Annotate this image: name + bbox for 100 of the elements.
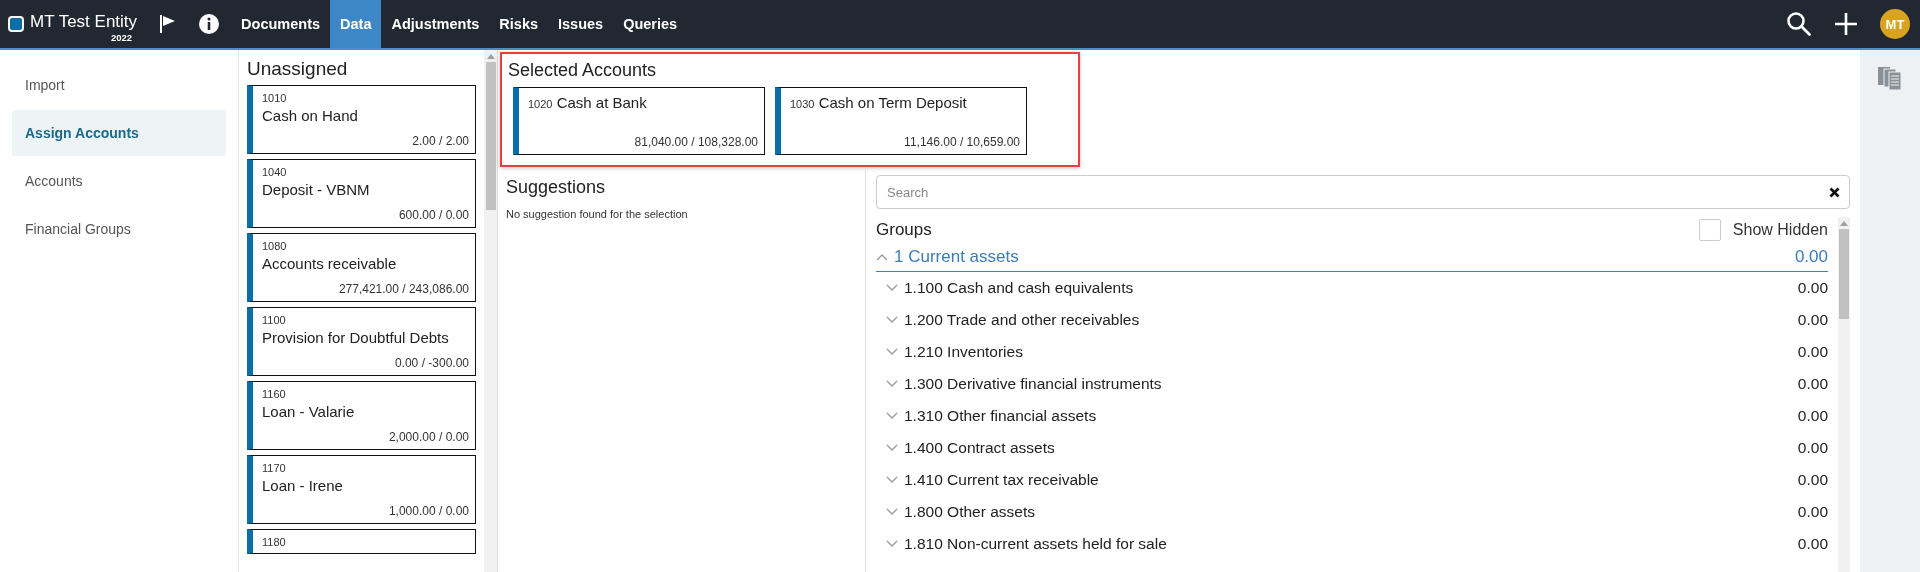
chevron-down-icon[interactable]: [886, 284, 898, 292]
group-name: 1.310 Other financial assets: [904, 407, 1098, 425]
group-row[interactable]: 1.210 Inventories 0.00: [876, 336, 1828, 368]
section-title: Suggestions: [506, 177, 607, 198]
group-row[interactable]: 1.800 Other assets 0.00: [876, 496, 1828, 528]
group-row[interactable]: 1.310 Other financial assets 0.00: [876, 400, 1828, 432]
nav-tab[interactable]: Issues: [548, 0, 614, 48]
account-amounts: 600.00 / 0.00: [398, 208, 469, 222]
nav-tab[interactable]: Adjustments: [381, 0, 490, 48]
chevron-down-icon[interactable]: [886, 508, 898, 516]
sidebar-item[interactable]: Import: [12, 62, 226, 108]
group-total: 0.00: [1794, 247, 1828, 267]
account-card[interactable]: 1160 Loan - Valarie 2,000.00 / 0.00: [247, 381, 476, 450]
group-row[interactable]: 1.410 Current tax receivable 0.00: [876, 464, 1828, 496]
info-icon[interactable]: [199, 14, 220, 34]
scroll-up-icon[interactable]: [486, 54, 495, 59]
account-card[interactable]: 1020 Cash at Bank 81,040.00 / 108,328.00: [513, 87, 765, 155]
group-total: 0.00: [1797, 407, 1828, 425]
documents-icon[interactable]: [1877, 65, 1903, 91]
chevron-down-icon[interactable]: [886, 476, 898, 484]
clear-icon[interactable]: [1829, 187, 1840, 198]
scroll-up-icon[interactable]: [1840, 221, 1848, 226]
account-name: Provision for Doubtful Debts: [262, 329, 450, 346]
account-code: 1170: [262, 462, 287, 474]
account-name: Deposit - VBNM: [262, 181, 371, 198]
group-row[interactable]: 1.100 Cash and cash equivalents 0.00: [876, 272, 1828, 304]
search-icon[interactable]: [1786, 11, 1812, 37]
entity-name[interactable]: MT Test Entity: [30, 11, 138, 32]
account-name: Loan - Irene: [262, 477, 344, 494]
account-card[interactable]: 1040 Deposit - VBNM 600.00 / 0.00: [247, 159, 476, 228]
account-code: 1010: [262, 92, 288, 104]
chevron-up-icon[interactable]: [876, 253, 888, 261]
sidebar-item[interactable]: Assign Accounts: [12, 110, 226, 156]
group-name: 1.810 Non-current assets held for sale: [904, 535, 1168, 553]
add-icon[interactable]: [1834, 12, 1858, 36]
account-code: 1080: [262, 240, 288, 252]
group-name: 1.200 Trade and other receivables: [904, 311, 1141, 329]
account-name: 1020 Cash at Bank: [528, 94, 648, 111]
account-amounts: 1,000.00 / 0.00: [388, 504, 469, 518]
group-row[interactable]: 1.200 Trade and other receivables 0.00: [876, 304, 1828, 336]
group-total: 0.00: [1797, 503, 1828, 521]
chevron-down-icon[interactable]: [886, 380, 898, 388]
account-code: 1100: [262, 314, 287, 326]
account-amounts: 0.00 / -300.00: [394, 356, 469, 370]
chevron-down-icon[interactable]: [886, 348, 898, 356]
group-row[interactable]: 1.300 Derivative financial instruments 0.00: [876, 368, 1828, 400]
nav-tab[interactable]: Documents: [231, 0, 331, 48]
account-amounts: 11,146.00 / 10,659.00: [904, 135, 1020, 149]
account-name: Cash on Hand: [262, 107, 359, 124]
account-code: 1160: [262, 388, 287, 400]
account-card[interactable]: 1100 Provision for Doubtful Debts 0.00 / -300.00: [247, 307, 476, 376]
account-amounts: 81,040.00 / 108,328.00: [634, 135, 758, 149]
account-code: 1180: [262, 536, 287, 548]
group-name: 1.210 Inventories: [904, 343, 1024, 361]
account-name: 1030 Cash on Term Deposit: [790, 94, 968, 111]
account-card[interactable]: 1080 Accounts receivable 277,421.00 / 243,086.00: [247, 233, 476, 302]
account-amounts: 2,000.00 / 0.00: [388, 430, 469, 444]
year-label: 2022: [110, 31, 133, 43]
account-amounts: 2.00 / 2.00: [412, 134, 469, 148]
checkbox-label: Show Hidden: [1732, 221, 1828, 239]
checkbox[interactable]: [1698, 219, 1721, 241]
chevron-down-icon[interactable]: [886, 412, 898, 420]
scrollbar[interactable]: [1838, 217, 1850, 572]
chevron-down-icon[interactable]: [886, 316, 898, 324]
chevron-down-icon[interactable]: [886, 444, 898, 452]
group-name: 1.800 Other assets: [904, 503, 1036, 521]
nav-tab[interactable]: Queries: [613, 0, 688, 48]
sidebar-item[interactable]: Accounts: [12, 158, 226, 204]
group-name: 1.300 Derivative financial instruments: [904, 375, 1163, 393]
column-title: Unassigned: [247, 58, 349, 80]
groups-title: Groups: [876, 220, 932, 240]
empty-message: No suggestion found for the selection: [506, 208, 689, 220]
group-total: 0.00: [1797, 375, 1828, 393]
scrollbar-thumb[interactable]: [485, 62, 496, 210]
account-card[interactable]: 1010 Cash on Hand 2.00 / 2.00: [247, 85, 476, 154]
sidebar-item[interactable]: Financial Groups: [12, 206, 226, 252]
group-total: 0.00: [1797, 471, 1828, 489]
scrollbar-thumb[interactable]: [1839, 229, 1849, 319]
square-logo-icon: [8, 16, 24, 32]
group-total: 0.00: [1797, 279, 1828, 297]
group-name: 1.410 Current tax receivable: [904, 471, 1100, 489]
group-total: 0.00: [1797, 439, 1828, 457]
group-total: 0.00: [1797, 343, 1828, 361]
group-total: 0.00: [1797, 535, 1828, 553]
search-field[interactable]: Search: [876, 175, 1850, 209]
account-card[interactable]: 1030 Cash on Term Deposit 11,146.00 / 10,659.00: [775, 87, 1027, 155]
group-row[interactable]: 1.400 Contract assets 0.00: [876, 432, 1828, 464]
account-card[interactable]: 1180: [247, 529, 476, 554]
group-row[interactable]: 1.810 Non-current assets held for sale 0.00: [876, 528, 1828, 560]
group-row[interactable]: 1 Current assets 0.00: [876, 243, 1828, 272]
nav-tab[interactable]: Data: [330, 0, 382, 48]
account-code: 1040: [262, 166, 288, 178]
chevron-down-icon[interactable]: [886, 540, 898, 548]
group-name: 1 Current assets: [894, 247, 1020, 267]
scrollbar[interactable]: [484, 50, 497, 572]
account-amounts: 277,421.00 / 243,086.00: [338, 282, 469, 296]
nav-tab[interactable]: Risks: [489, 0, 548, 48]
group-name: 1.100 Cash and cash equivalents: [904, 279, 1135, 297]
account-name: Loan - Valarie: [262, 403, 356, 420]
account-card[interactable]: 1170 Loan - Irene 1,000.00 / 0.00: [247, 455, 476, 524]
